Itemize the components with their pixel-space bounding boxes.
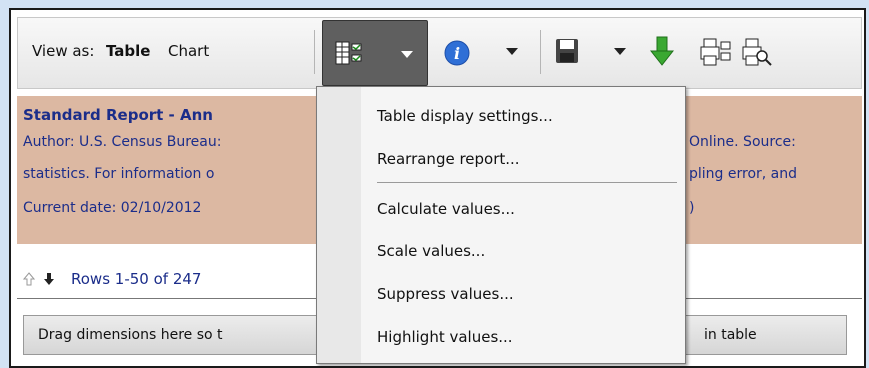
menu-item-rearrange-report[interactable]: Rearrange report... bbox=[377, 150, 520, 168]
report-statistics-note: statistics. For information o bbox=[23, 166, 215, 182]
toolbar: View as: Table Chart i bbox=[17, 17, 862, 89]
print-icon[interactable] bbox=[700, 38, 732, 66]
menu-gutter bbox=[317, 87, 361, 363]
menu-item-scale-values[interactable]: Scale values... bbox=[377, 242, 485, 260]
print-preview-icon[interactable] bbox=[742, 38, 772, 66]
save-icon[interactable] bbox=[555, 38, 579, 64]
menu-item-highlight-values[interactable]: Highlight values... bbox=[377, 328, 513, 346]
table-settings-icon bbox=[335, 41, 362, 65]
chevron-down-icon[interactable] bbox=[614, 48, 626, 55]
table-settings-menu: Table display settings... Rearrange repo… bbox=[316, 86, 686, 364]
report-author: Author: U.S. Census Bureau: bbox=[23, 134, 222, 150]
drag-dimensions-text-end: in table bbox=[704, 327, 757, 343]
chevron-down-icon[interactable] bbox=[401, 51, 413, 58]
report-title: Standard Report - Ann bbox=[23, 106, 213, 124]
view-table-button[interactable]: Table bbox=[106, 42, 150, 60]
arrow-down-icon[interactable] bbox=[43, 272, 55, 286]
toolbar-separator bbox=[540, 30, 541, 74]
chevron-down-icon[interactable] bbox=[506, 48, 518, 55]
view-chart-button[interactable]: Chart bbox=[168, 42, 209, 60]
drag-dimensions-text: Drag dimensions here so t bbox=[38, 327, 223, 343]
menu-separator bbox=[377, 182, 677, 183]
toolbar-separator bbox=[314, 30, 315, 74]
menu-item-suppress-values[interactable]: Suppress values... bbox=[377, 285, 514, 303]
report-source: Online. Source: bbox=[689, 134, 796, 150]
report-current-date: Current date: 02/10/2012 bbox=[23, 200, 202, 216]
table-settings-button[interactable] bbox=[322, 20, 428, 86]
report-window: View as: Table Chart i Standard Report -… bbox=[9, 8, 866, 368]
view-as-label: View as: bbox=[32, 42, 95, 60]
arrow-up-icon[interactable] bbox=[23, 272, 35, 286]
report-sampling-note: pling error, and bbox=[689, 166, 798, 182]
menu-item-table-display-settings[interactable]: Table display settings... bbox=[377, 107, 553, 125]
svg-text:i: i bbox=[454, 44, 460, 63]
rows-range-link[interactable]: Rows 1-50 of 247 bbox=[71, 270, 201, 288]
report-date-suffix: ) bbox=[689, 200, 695, 216]
menu-item-calculate-values[interactable]: Calculate values... bbox=[377, 200, 515, 218]
info-icon[interactable]: i bbox=[444, 40, 470, 66]
download-icon[interactable] bbox=[650, 36, 674, 66]
